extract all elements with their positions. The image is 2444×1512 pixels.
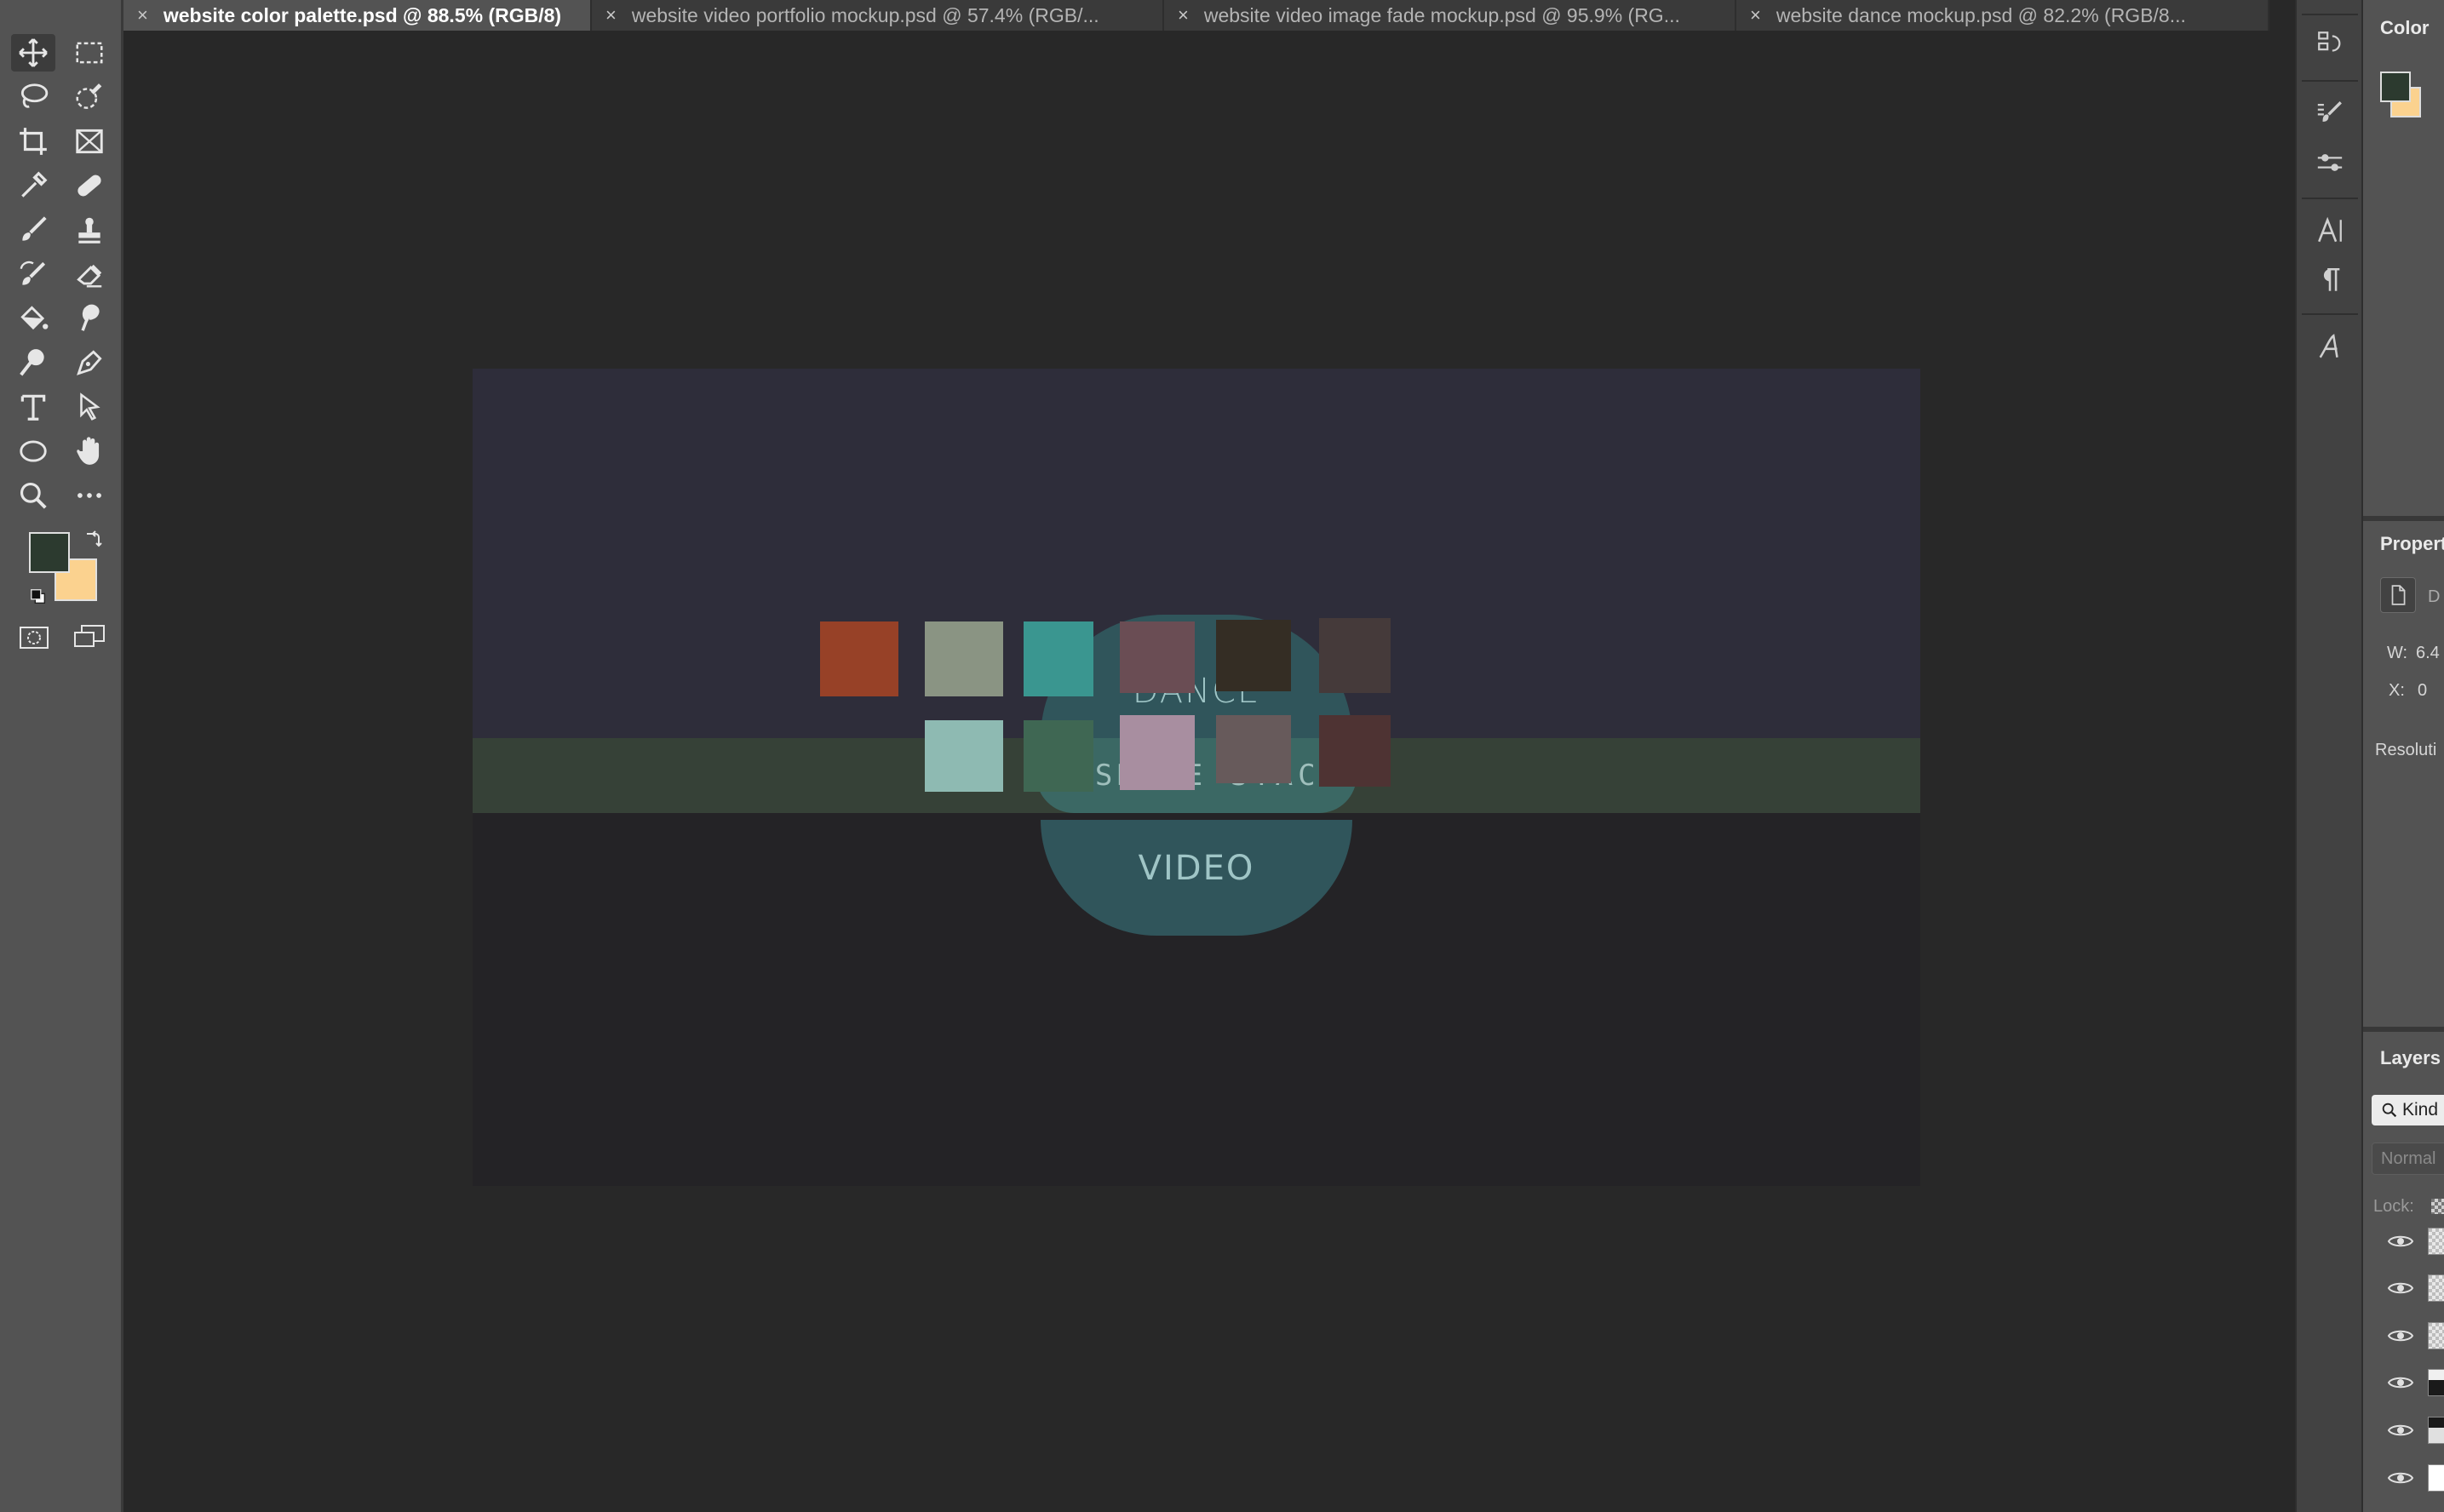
- layer-thumbnail[interactable]: [2428, 1417, 2444, 1444]
- visibility-eye-icon[interactable]: [2387, 1469, 2414, 1486]
- marquee-tool-icon[interactable]: [67, 34, 112, 72]
- palette-row1-swatch: [1319, 618, 1391, 693]
- ellipse-tool-icon[interactable]: [11, 432, 55, 470]
- layers-panel-title[interactable]: Layers: [2380, 1047, 2441, 1069]
- visibility-eye-icon[interactable]: [2387, 1327, 2414, 1344]
- more-tools-icon[interactable]: [67, 477, 112, 514]
- history-panel-icon[interactable]: [2312, 26, 2348, 61]
- layer-thumbnail[interactable]: [2428, 1369, 2444, 1396]
- default-colors-icon[interactable]: [29, 587, 48, 606]
- eyedropper-tool-icon[interactable]: [11, 167, 55, 204]
- lock-transparent-icon[interactable]: [2431, 1199, 2444, 1214]
- kind-label: Kind: [2402, 1100, 2439, 1120]
- adjustments-icon[interactable]: [2312, 145, 2348, 180]
- name-heading: JASMINE STACK: [1049, 759, 1344, 793]
- tab-website-color-palette[interactable]: × website color palette.psd @ 88.5% (RGB…: [123, 0, 592, 31]
- brush-tool-icon[interactable]: [11, 211, 55, 249]
- tab-website-video-image-fade-mockup[interactable]: × website video image fade mockup.psd @ …: [1164, 0, 1736, 31]
- move-tool-icon[interactable]: [11, 34, 55, 72]
- visibility-eye-icon[interactable]: [2387, 1233, 2414, 1250]
- palette-row1-swatch: [1120, 621, 1195, 693]
- foreground-color-swatch[interactable]: [29, 532, 70, 573]
- color-panel-title[interactable]: Color: [2380, 17, 2429, 39]
- circle-bottom-segment: VIDEO: [1041, 820, 1352, 936]
- path-selection-tool-icon[interactable]: [67, 388, 112, 426]
- x-label: X:: [2389, 681, 2405, 700]
- palette-row1-swatch: [820, 621, 898, 696]
- right-panels: Color Propert D W: 6.4 X: 0 Resoluti Lay…: [2363, 0, 2444, 1512]
- width-label: W:: [2387, 644, 2408, 662]
- quick-mask-icon[interactable]: [19, 626, 49, 650]
- zoom-tool-icon[interactable]: [11, 477, 55, 514]
- lock-label: Lock:: [2373, 1197, 2414, 1216]
- type-tool-icon[interactable]: [11, 388, 55, 426]
- search-icon: [2382, 1102, 2397, 1118]
- character-panel-icon[interactable]: [2312, 213, 2348, 249]
- visibility-eye-icon[interactable]: [2387, 1374, 2414, 1391]
- tools-panel: [0, 0, 123, 1512]
- resolution-label: Resoluti: [2375, 741, 2437, 759]
- layer-thumbnail[interactable]: [2428, 1322, 2444, 1349]
- palette-row2-swatch: [1216, 715, 1291, 783]
- layer-thumbnail[interactable]: [2428, 1274, 2444, 1302]
- palette-row1-swatch: [925, 621, 1003, 696]
- tab-close-icon[interactable]: ×: [1750, 4, 1761, 26]
- panel-dock-strip: [2295, 0, 2363, 1512]
- glyphs-panel-icon[interactable]: [2312, 329, 2348, 364]
- palette-row2-swatch: [1120, 715, 1195, 790]
- visibility-eye-icon[interactable]: [2387, 1280, 2414, 1297]
- width-value[interactable]: 6.4: [2416, 644, 2440, 663]
- document-tab-bar: × website color palette.psd @ 88.5% (RGB…: [123, 0, 2269, 31]
- palette-row2-swatch: [925, 720, 1003, 792]
- document-properties-icon: [2380, 577, 2416, 613]
- document-canvas[interactable]: DANCE JASMINE STACK VIDEO: [473, 369, 1920, 1186]
- clone-stamp-tool-icon[interactable]: [67, 211, 112, 249]
- palette-row2-swatch: [1319, 715, 1391, 787]
- palette-row2-swatch: [1024, 720, 1093, 792]
- tab-label: website video portfolio mockup.psd @ 57.…: [631, 3, 1099, 26]
- visibility-eye-icon[interactable]: [2387, 1422, 2414, 1439]
- history-brush-tool-icon[interactable]: [11, 255, 55, 293]
- tab-close-icon[interactable]: ×: [605, 4, 617, 26]
- tab-website-dance-mockup[interactable]: × website dance mockup.psd @ 82.2% (RGB/…: [1736, 0, 2269, 31]
- palette-row1-swatch: [1024, 621, 1093, 696]
- lasso-tool-icon[interactable]: [11, 78, 55, 116]
- tab-close-icon[interactable]: ×: [137, 4, 148, 26]
- swap-colors-icon[interactable]: [82, 530, 102, 551]
- dodge-tool-icon[interactable]: [11, 344, 55, 381]
- tab-label: website dance mockup.psd @ 82.2% (RGB/8.…: [1776, 3, 2186, 26]
- palette-row1-swatch: [1216, 620, 1291, 691]
- brush-settings-icon[interactable]: [2312, 95, 2348, 131]
- layer-thumbnail[interactable]: [2428, 1228, 2444, 1255]
- crop-tool-icon[interactable]: [11, 123, 55, 160]
- document-label: D: [2428, 587, 2441, 606]
- layer-thumbnail[interactable]: [2428, 1464, 2444, 1492]
- blend-mode-value: Normal: [2381, 1148, 2436, 1168]
- tab-label: website color palette.psd @ 88.5% (RGB/8…: [163, 3, 562, 26]
- tab-label: website video image fade mockup.psd @ 95…: [1203, 3, 1680, 26]
- paragraph-panel-icon[interactable]: [2312, 262, 2348, 298]
- paint-bucket-tool-icon[interactable]: [11, 300, 55, 337]
- healing-brush-tool-icon[interactable]: [67, 167, 112, 204]
- layers-filter-kind[interactable]: Kind: [2372, 1095, 2444, 1125]
- properties-panel-title[interactable]: Propert: [2380, 533, 2444, 555]
- quick-selection-tool-icon[interactable]: [67, 78, 112, 116]
- pen-tool-icon[interactable]: [67, 344, 112, 381]
- panel-foreground-swatch[interactable]: [2380, 72, 2411, 102]
- smudge-tool-icon[interactable]: [67, 300, 112, 337]
- frame-tool-icon[interactable]: [67, 123, 112, 160]
- x-value[interactable]: 0: [2418, 681, 2427, 701]
- blend-mode-select[interactable]: Normal: [2372, 1143, 2444, 1175]
- video-heading: VIDEO: [1138, 849, 1255, 888]
- eraser-tool-icon[interactable]: [67, 255, 112, 293]
- tab-website-video-portfolio-mockup[interactable]: × website video portfolio mockup.psd @ 5…: [592, 0, 1164, 31]
- tab-close-icon[interactable]: ×: [1178, 4, 1189, 26]
- hand-tool-icon[interactable]: [67, 432, 112, 470]
- screen-mode-icon[interactable]: [73, 624, 106, 650]
